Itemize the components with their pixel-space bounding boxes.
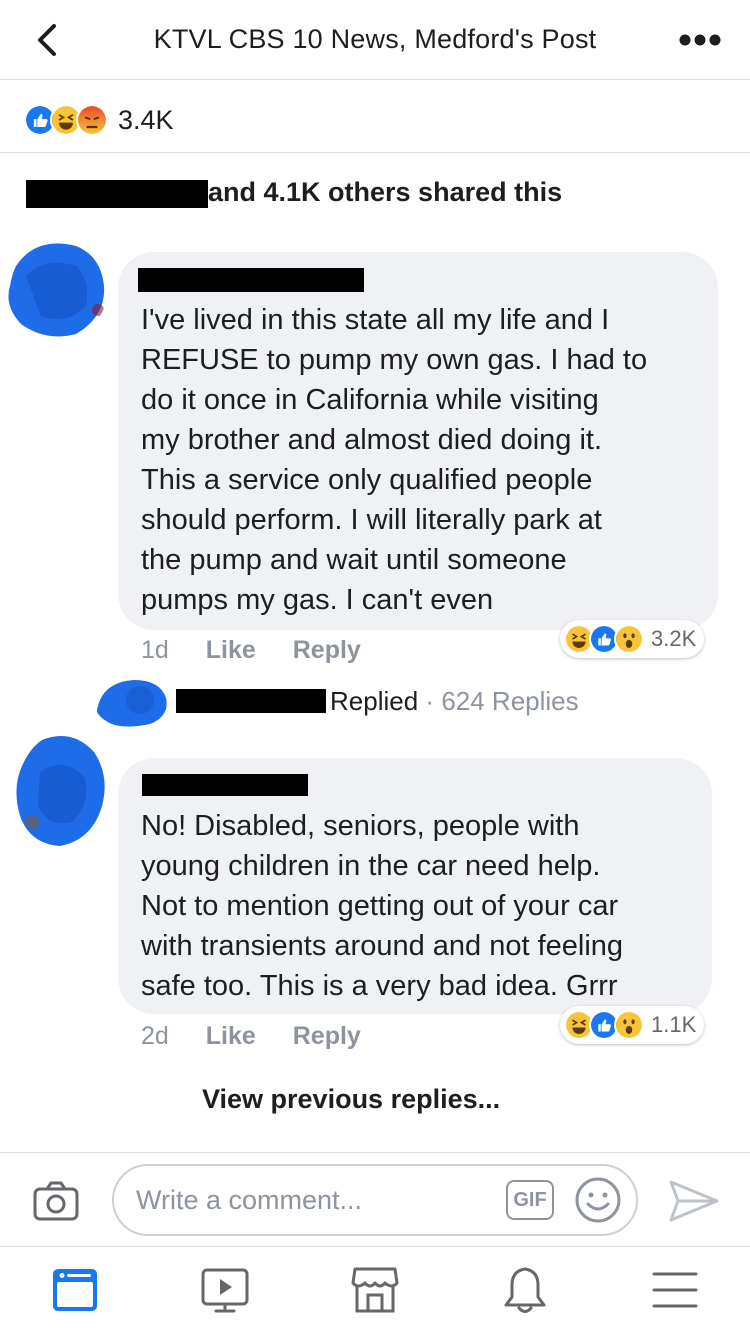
menu-icon[interactable] <box>650 1265 700 1315</box>
top-nav-bar: KTVL CBS 10 News, Medford's Post <box>0 0 750 80</box>
commenter-avatar[interactable] <box>12 732 108 850</box>
commenter-avatar[interactable] <box>6 236 108 340</box>
marketplace-icon[interactable] <box>350 1265 400 1315</box>
bottom-tab-bar <box>0 1246 750 1334</box>
comment-time: 2d <box>141 1022 169 1050</box>
comment-meta: 1d Like Reply <box>141 636 391 665</box>
reply-button[interactable]: Reply <box>293 1022 361 1050</box>
redacted-replier-name <box>176 689 326 713</box>
comment-text: No! Disabled, seniors, people with young… <box>141 810 624 1002</box>
reaction-count: 1.1K <box>651 1012 697 1037</box>
comment-input-placeholder: Write a comment... <box>136 1185 363 1215</box>
divider <box>0 152 750 153</box>
like-button[interactable]: Like <box>206 1022 256 1050</box>
comment-reactions[interactable]: 3.2K <box>560 620 705 658</box>
more-options-icon[interactable] <box>678 32 722 48</box>
gif-button[interactable]: GIF <box>506 1180 554 1220</box>
divider <box>0 1152 750 1153</box>
news-feed-icon[interactable] <box>50 1265 100 1315</box>
send-icon[interactable] <box>668 1178 720 1224</box>
comment-reactions[interactable]: 1.1K <box>560 1006 705 1044</box>
reply-button[interactable]: Reply <box>293 636 361 664</box>
comment-text: I've lived in this state all my life and… <box>141 304 648 616</box>
reaction-count: 3.4K <box>118 104 174 135</box>
post-reactions-summary[interactable]: 3.4K <box>24 102 174 138</box>
redacted-name <box>26 180 208 208</box>
camera-icon[interactable] <box>32 1180 80 1222</box>
reaction-count: 3.2K <box>651 626 697 651</box>
wow-icon <box>614 624 644 654</box>
angry-icon <box>76 104 108 136</box>
notifications-icon[interactable] <box>500 1265 550 1315</box>
comment-meta: 2d Like Reply <box>141 1022 391 1051</box>
like-button[interactable]: Like <box>206 636 256 664</box>
watch-icon[interactable] <box>200 1265 250 1315</box>
shares-summary[interactable]: and 4.1K others shared this <box>208 177 562 208</box>
emoji-icon[interactable] <box>574 1176 622 1224</box>
redacted-commenter-name <box>142 774 308 796</box>
redacted-commenter-name <box>138 268 364 292</box>
reply-count: 624 Replies <box>441 686 579 716</box>
comment-time: 1d <box>141 636 169 664</box>
replies-summary[interactable]: Replied · 624 Replies <box>330 686 579 717</box>
page-title: KTVL CBS 10 News, Medford's Post <box>153 24 597 54</box>
view-previous-replies-link[interactable]: View previous replies... <box>202 1084 500 1115</box>
wow-icon <box>614 1010 644 1040</box>
replier-avatar[interactable] <box>94 676 170 728</box>
